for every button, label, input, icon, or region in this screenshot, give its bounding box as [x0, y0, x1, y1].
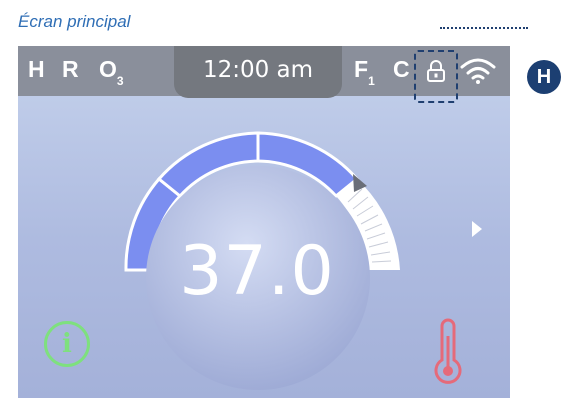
temperature-value: 37.0 — [179, 232, 335, 311]
control-screen: H R O3 12:00 am F1 C 37.0 i — [18, 46, 510, 398]
info-glyph: i — [62, 329, 72, 359]
thermometer-icon[interactable] — [428, 318, 468, 388]
callout-line — [440, 27, 528, 29]
info-icon[interactable]: i — [44, 321, 90, 367]
screen-caption: Écran principal — [18, 12, 131, 31]
arrow-right-icon[interactable] — [472, 221, 482, 237]
callout-badge: H — [527, 60, 561, 94]
